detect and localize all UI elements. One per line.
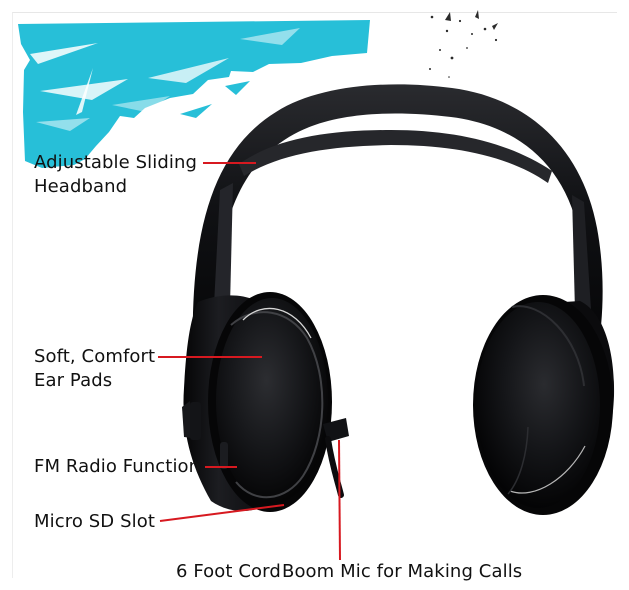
micro-sd-callout-line [159,504,285,522]
boom-mic-callout-line [338,439,341,561]
adjustable-headband-label-line-2: Headband [34,176,128,197]
boom-mic-label: Boom Mic for Making Calls [282,561,523,582]
ear-pads-label-line-1: Soft, Comfort [34,346,156,367]
cord-length-label: 6 Foot Cord [176,561,281,582]
product-feature-image: Adjustable Sliding Headband Soft, Comfor… [0,0,629,590]
ear-pads-label: Soft, Comfort Ear Pads [34,345,155,393]
headphones [182,84,615,515]
adjustable-headband-label-line-1: Adjustable Sliding [34,152,198,173]
ear-pads-label-line-2: Ear Pads [34,370,113,391]
adjustable-headband-label: Adjustable Sliding Headband [34,151,197,199]
headphones-illustration [18,10,615,561]
paint-speckles [429,10,498,78]
fm-radio-label: FM Radio Function [34,456,201,477]
micro-sd-label: Micro SD Slot [34,511,155,532]
